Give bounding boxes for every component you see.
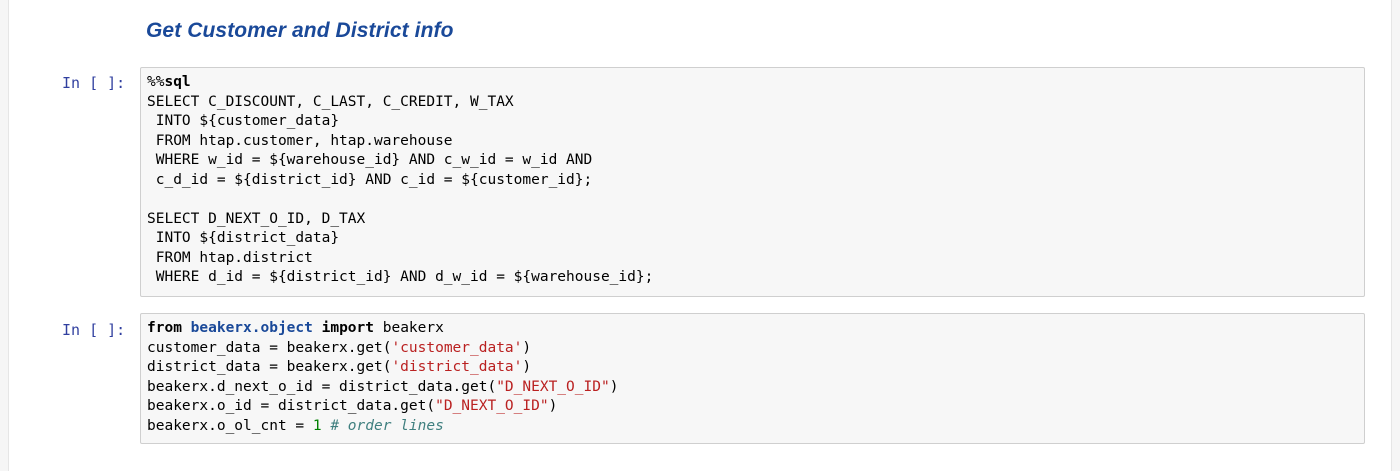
code-token: 'district_data' (391, 359, 523, 375)
code-token: ) (609, 378, 619, 395)
code-token: beakerx.object (190, 320, 313, 336)
code-token: sql (164, 74, 191, 90)
code-token: SELECT C_DISCOUNT, C_LAST, C_CREDIT, W_T… (147, 93, 514, 110)
code-token: FROM htap.customer, htap.warehouse (147, 132, 453, 149)
left-margin (0, 0, 9, 471)
code-token: FROM htap.district (147, 249, 313, 266)
code-token: from (147, 320, 182, 336)
code-line: INTO ${customer_data} (147, 112, 1358, 132)
code-token: 'customer_data' (391, 339, 523, 356)
code-cell-sql[interactable]: %%sql SELECT C_DISCOUNT, C_LAST, C_CREDIT… (140, 67, 1365, 297)
code-token: ) (522, 339, 532, 356)
code-token: WHERE w_id = ${warehouse_id} AND c_w_id … (147, 152, 593, 168)
code-token: beakerx.d_next_o_id = district_data.get( (147, 378, 497, 395)
markdown-heading[interactable]: Get Customer and District info (146, 19, 454, 43)
cell-prompt: In [ ]: (62, 321, 126, 339)
code-line: c_d_id = ${district_id} AND c_id = ${cus… (147, 171, 1358, 191)
code-line: WHERE d_id = ${district_id} AND d_w_id =… (147, 268, 1358, 288)
code-editor[interactable]: %%sql SELECT C_DISCOUNT, C_LAST, C_CREDIT… (147, 73, 1358, 288)
code-token: # order lines (330, 417, 444, 434)
right-margin (1391, 0, 1400, 471)
code-token: WHERE d_id = ${district_id} AND d_w_id =… (147, 269, 654, 285)
code-token: INTO ${district_data} (147, 230, 340, 246)
code-token: district_data = beakerx.get( (147, 359, 392, 375)
code-token: SELECT D_NEXT_O_ID, D_TAX (147, 210, 366, 227)
code-line: FROM htap.customer, htap.warehouse (147, 132, 1358, 152)
code-token: ) (548, 398, 558, 414)
code-line: %%sql (147, 73, 1358, 93)
code-line: district_data = beakerx.get('district_da… (147, 358, 1358, 378)
code-line: ​ (147, 190, 1358, 210)
code-line: beakerx.o_id = district_data.get("D_NEXT… (147, 397, 1358, 417)
cell-prompt: In [ ]: (62, 74, 126, 92)
code-token: "D_NEXT_O_ID" (435, 398, 549, 414)
code-line: SELECT D_NEXT_O_ID, D_TAX (147, 210, 1358, 230)
code-line: SELECT C_DISCOUNT, C_LAST, C_CREDIT, W_T… (147, 93, 1358, 113)
code-token: INTO ${customer_data} (147, 113, 340, 129)
code-line: beakerx.o_ol_cnt = 1 # order lines (147, 417, 1358, 437)
code-token: 1 (312, 417, 322, 434)
code-token: c_d_id = ${district_id} AND c_id = ${cus… (147, 171, 593, 188)
code-line: WHERE w_id = ${warehouse_id} AND c_w_id … (147, 151, 1358, 171)
code-line: from beakerx.object import beakerx (147, 319, 1358, 339)
code-token: %% (147, 74, 165, 90)
code-line: INTO ${district_data} (147, 229, 1358, 249)
code-token: beakerx (374, 320, 444, 336)
code-token: beakerx.o_ol_cnt = (147, 417, 313, 434)
code-token: beakerx.o_id = district_data.get( (147, 398, 436, 414)
code-line: customer_data = beakerx.get('customer_da… (147, 339, 1358, 359)
notebook-page: Get Customer and District info In [ ]: %… (0, 0, 1400, 471)
code-editor[interactable]: from beakerx.object import beakerx custom… (147, 319, 1358, 436)
code-token: import (321, 320, 374, 336)
code-line: beakerx.d_next_o_id = district_data.get(… (147, 378, 1358, 398)
code-token: customer_data = beakerx.get( (147, 339, 392, 356)
code-token: ) (522, 359, 532, 375)
code-line: FROM htap.district (147, 249, 1358, 269)
code-cell-python[interactable]: from beakerx.object import beakerx custom… (140, 313, 1365, 444)
code-token: "D_NEXT_O_ID" (496, 378, 610, 395)
